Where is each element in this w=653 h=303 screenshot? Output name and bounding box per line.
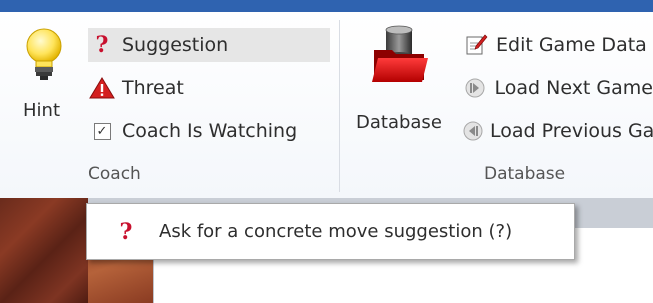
- hint-button[interactable]: Hint: [14, 22, 74, 132]
- checkbox-icon[interactable]: ✓: [93, 122, 111, 140]
- edit-pencil-icon: [462, 31, 490, 59]
- load-next-game-label: Load Next Game: [494, 77, 653, 99]
- chess-board-edge[interactable]: [0, 198, 88, 303]
- tooltip-text: Ask for a concrete move suggestion (?): [159, 221, 513, 242]
- previous-arrow-icon: [462, 117, 484, 145]
- database-button[interactable]: Database: [352, 22, 452, 133]
- suggestion-button[interactable]: ? Suggestion: [88, 28, 330, 62]
- suggestion-label: Suggestion: [122, 34, 229, 56]
- lightbulb-icon: [26, 28, 62, 80]
- next-arrow-icon: [462, 74, 489, 102]
- group-separator: [339, 20, 340, 192]
- ribbon: Hint ? Suggestion Threat ✓ Coach Is Watc…: [0, 12, 653, 198]
- load-next-game-button[interactable]: Load Next Game: [462, 71, 653, 105]
- load-previous-game-button[interactable]: Load Previous Game: [462, 114, 653, 148]
- database-group-label: Database: [484, 164, 566, 184]
- coach-watching-label: Coach Is Watching: [122, 120, 298, 142]
- warning-triangle-icon: [88, 74, 116, 102]
- question-mark-icon: ?: [119, 218, 133, 245]
- threat-button[interactable]: Threat: [88, 71, 330, 105]
- edit-game-data-button[interactable]: Edit Game Data: [462, 28, 653, 62]
- database-label: Database: [356, 112, 442, 133]
- question-mark-icon: ?: [95, 32, 109, 58]
- threat-label: Threat: [122, 77, 184, 99]
- database-folder-icon: [372, 25, 428, 82]
- coach-watching-toggle[interactable]: ✓ Coach Is Watching: [88, 114, 330, 148]
- suggestion-tooltip: ? Ask for a concrete move suggestion (?): [86, 203, 575, 260]
- title-bar-strip: [0, 0, 653, 12]
- edit-game-data-label: Edit Game Data: [496, 34, 647, 56]
- hint-label: Hint: [23, 100, 61, 121]
- load-previous-game-label: Load Previous Game: [490, 120, 653, 142]
- coach-group-label: Coach: [88, 164, 141, 184]
